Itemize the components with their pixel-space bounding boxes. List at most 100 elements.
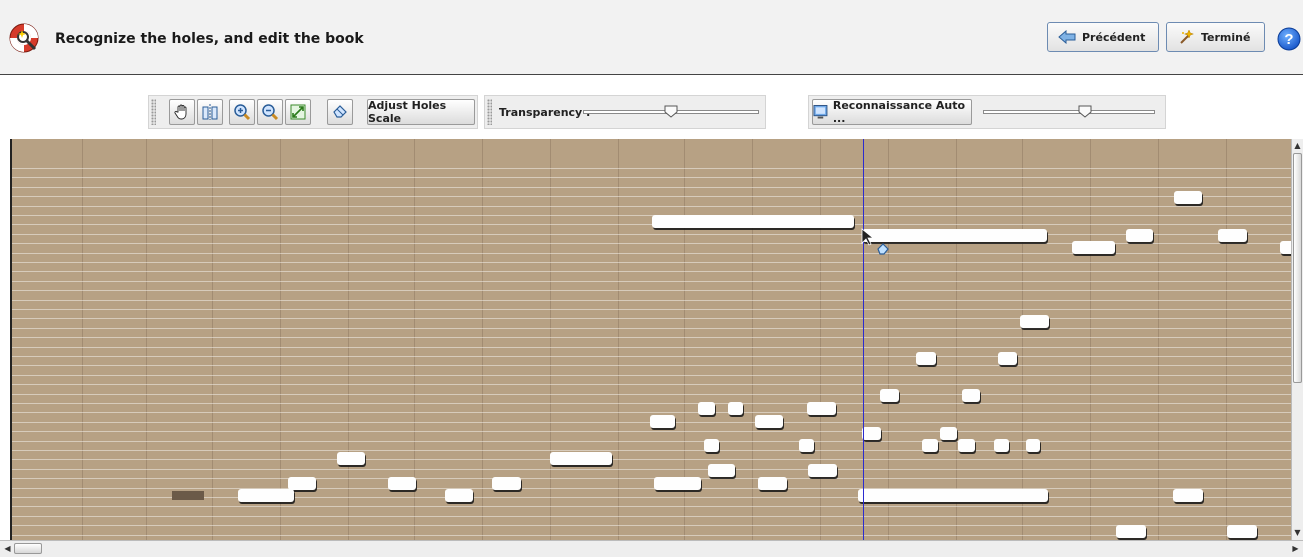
cardboard-fold bbox=[212, 139, 213, 540]
adjust-holes-scale-button[interactable]: Adjust Holes Scale bbox=[367, 99, 475, 125]
hole[interactable] bbox=[862, 427, 881, 440]
hole[interactable] bbox=[704, 439, 719, 452]
hole[interactable] bbox=[238, 489, 294, 502]
hole[interactable] bbox=[916, 352, 936, 365]
hole[interactable] bbox=[1280, 241, 1291, 254]
hole[interactable] bbox=[652, 215, 854, 228]
track-line bbox=[12, 300, 1291, 301]
cardboard-fold bbox=[752, 139, 753, 540]
track-line bbox=[12, 309, 1291, 310]
hole[interactable] bbox=[958, 439, 975, 452]
slider-thumb[interactable] bbox=[1078, 105, 1092, 118]
hole[interactable] bbox=[288, 477, 316, 490]
cardboard-fold bbox=[618, 139, 619, 540]
hand-tool-button[interactable] bbox=[169, 99, 195, 125]
hole[interactable] bbox=[1173, 489, 1203, 502]
recognition-threshold-slider[interactable] bbox=[983, 105, 1155, 118]
cardboard-fold bbox=[550, 139, 551, 540]
hole[interactable] bbox=[650, 415, 675, 428]
hole[interactable] bbox=[1227, 525, 1257, 538]
hole[interactable] bbox=[1218, 229, 1247, 242]
toolbar-grip[interactable] bbox=[151, 99, 156, 125]
zoom-in-button[interactable] bbox=[229, 99, 255, 125]
magic-wand-icon bbox=[1180, 29, 1195, 44]
hole[interactable] bbox=[337, 452, 365, 465]
track-line bbox=[12, 535, 1291, 536]
hole[interactable] bbox=[708, 464, 735, 477]
cardboard-fold bbox=[1022, 139, 1023, 540]
horizontal-scrollbar[interactable]: ◀ ▶ bbox=[0, 540, 1303, 557]
hole[interactable] bbox=[728, 402, 743, 415]
hole[interactable] bbox=[994, 439, 1009, 452]
vertical-scroll-thumb[interactable] bbox=[1293, 153, 1302, 383]
hole[interactable] bbox=[962, 389, 980, 402]
hole[interactable] bbox=[880, 389, 899, 402]
header: Recognize the holes, and edit the book P… bbox=[0, 0, 1303, 75]
toolbar-grip[interactable] bbox=[487, 99, 492, 125]
zoom-out-icon bbox=[262, 104, 279, 121]
tools-toolbar: Adjust Holes Scale bbox=[148, 95, 478, 129]
question-icon[interactable]: ? bbox=[1277, 27, 1301, 51]
transparency-slider[interactable] bbox=[583, 105, 759, 118]
hole[interactable] bbox=[755, 415, 783, 428]
hole[interactable] bbox=[1174, 191, 1202, 204]
hole[interactable] bbox=[998, 352, 1017, 365]
cardboard-fold bbox=[820, 139, 821, 540]
track-line bbox=[12, 281, 1291, 282]
book-canvas[interactable] bbox=[12, 139, 1291, 540]
scroll-left-arrow[interactable]: ◀ bbox=[2, 543, 13, 554]
cardboard-fold bbox=[1226, 139, 1227, 540]
track-line bbox=[12, 506, 1291, 507]
track-line bbox=[12, 177, 1291, 178]
hole[interactable] bbox=[388, 477, 416, 490]
hole[interactable] bbox=[445, 489, 473, 502]
hole[interactable] bbox=[799, 439, 814, 452]
transparency-toolbar: Transparency : bbox=[484, 95, 766, 129]
auto-recognition-button[interactable]: Reconnaissance Auto ... bbox=[812, 99, 972, 125]
vertical-scrollbar[interactable]: ▲ ▼ bbox=[1291, 139, 1303, 540]
track-line bbox=[12, 328, 1291, 329]
select-columns-icon bbox=[202, 104, 218, 120]
hole[interactable] bbox=[1072, 241, 1115, 254]
previous-button[interactable]: Précédent bbox=[1047, 22, 1159, 52]
done-button[interactable]: Terminé bbox=[1166, 22, 1265, 52]
zoom-out-button[interactable] bbox=[257, 99, 283, 125]
cardboard-fold bbox=[348, 139, 349, 540]
hole[interactable] bbox=[1026, 439, 1040, 452]
toolbar-row: Adjust Holes Scale Transparency : Reconn… bbox=[0, 75, 1303, 135]
auto-recognition-label: Reconnaissance Auto ... bbox=[832, 99, 966, 125]
hole[interactable] bbox=[807, 402, 836, 415]
track-line bbox=[12, 365, 1291, 366]
track-line bbox=[12, 384, 1291, 385]
select-columns-button[interactable] bbox=[197, 99, 223, 125]
eraser-button[interactable] bbox=[327, 99, 353, 125]
hole[interactable] bbox=[654, 477, 701, 490]
track-line bbox=[12, 431, 1291, 432]
scroll-up-arrow[interactable]: ▲ bbox=[1292, 140, 1303, 151]
hole[interactable] bbox=[550, 452, 612, 465]
hole[interactable] bbox=[1116, 525, 1146, 538]
hole[interactable] bbox=[492, 477, 521, 490]
transparency-label: Transparency : bbox=[499, 106, 591, 119]
hole[interactable] bbox=[758, 477, 787, 490]
fit-icon bbox=[290, 104, 306, 120]
hole[interactable] bbox=[922, 439, 938, 452]
hole[interactable] bbox=[1020, 315, 1049, 328]
scroll-down-arrow[interactable]: ▼ bbox=[1292, 527, 1303, 538]
canvas-margin bbox=[0, 139, 12, 540]
cursor-line bbox=[863, 139, 864, 540]
fit-view-button[interactable] bbox=[285, 99, 311, 125]
scroll-right-arrow[interactable]: ▶ bbox=[1290, 543, 1301, 554]
hole[interactable] bbox=[698, 402, 715, 415]
track-line bbox=[12, 318, 1291, 319]
track-line bbox=[12, 271, 1291, 272]
hole[interactable] bbox=[1126, 229, 1153, 242]
monitor-icon bbox=[813, 105, 828, 119]
svg-text:?: ? bbox=[1284, 31, 1293, 48]
hole[interactable] bbox=[808, 464, 837, 477]
horizontal-scroll-thumb[interactable] bbox=[14, 543, 42, 554]
slider-thumb[interactable] bbox=[664, 105, 678, 118]
track-line bbox=[12, 459, 1291, 460]
hole[interactable] bbox=[858, 489, 1048, 502]
hole[interactable] bbox=[940, 427, 957, 440]
